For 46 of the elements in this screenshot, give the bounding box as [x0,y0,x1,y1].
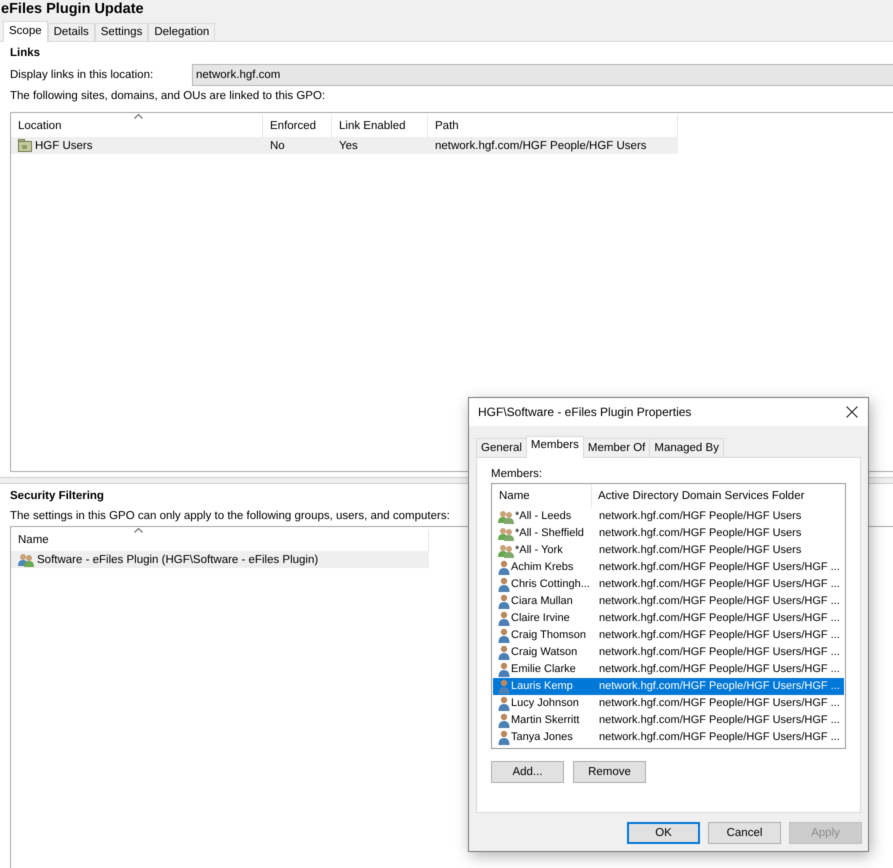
list-button[interactable]: Remove [573,761,646,783]
table-cell: Software - eFiles Plugin (HGF\Software - eFiles Plugin) [37,554,318,566]
location-field[interactable]: network.hgf.com [192,64,893,86]
member-row[interactable]: Martin Skerritt network.hgf.com/HGF People/HGF Users/HGF ... [493,712,844,729]
member-row[interactable]: *All - Leeds network.hgf.com/HGF People/HGF Users [493,508,844,525]
window-title: eFiles Plugin Update [0,1,145,19]
tab[interactable]: Scope [3,21,48,42]
member-row[interactable]: Lucy Johnson network.hgf.com/HGF People/HGF Users/HGF ... [493,695,844,712]
sort-icon [134,114,143,119]
table-cell: Yes [339,140,358,152]
tab[interactable]: Details [48,23,95,41]
close-icon[interactable] [846,406,858,418]
list-label: Members: [491,468,544,482]
list-button[interactable]: Add... [491,761,564,783]
member-row[interactable]: *All - Sheffield network.hgf.com/HGF People/HGF Users [493,525,844,542]
tab[interactable]: Managed By [649,438,724,457]
column-header[interactable]: Active Directory Domain Services Folder [592,484,804,508]
section-heading: Links [10,47,40,61]
dialog-button[interactable]: OK [627,822,700,844]
list-caption: The settings in this GPO can only apply to the following groups, users, and computers: [10,510,450,524]
member-row[interactable]: Tanya Jones network.hgf.com/HGF People/HGF Users/HGF ... [493,729,844,746]
member-row[interactable]: Craig Thomson network.hgf.com/HGF People/HGF Users/HGF ... [493,627,844,644]
section-heading: Security Filtering [10,490,104,504]
list-caption: The following sites, domains, and OUs are linked to this GPO: [10,90,326,104]
member-row[interactable]: Achim Krebs network.hgf.com/HGF People/HGF Users/HGF ... [493,559,844,576]
member-row[interactable]: Chris Cottingh... network.hgf.com/HGF People/HGF Users/HGF ... [493,576,844,593]
member-row[interactable]: Claire Irvine network.hgf.com/HGF People/HGF Users/HGF ... [493,610,844,627]
member-row[interactable]: *All - York network.hgf.com/HGF People/HGF Users [493,542,844,559]
group-icon [18,552,34,566]
tab[interactable]: Delegation [148,23,216,41]
table-cell: network.hgf.com/HGF People/HGF Users [435,140,647,152]
column-header[interactable]: Name [492,484,592,508]
tab[interactable]: Settings [94,23,148,41]
member-row[interactable]: Emilie Clarke network.hgf.com/HGF People/HGF Users/HGF ... [493,661,844,678]
tab[interactable]: General [476,438,527,457]
organizational-unit-icon [18,139,32,152]
member-row[interactable]: Ciara Mullan network.hgf.com/HGF People/HGF Users/HGF ... [493,593,844,610]
member-row[interactable]: Craig Watson network.hgf.com/HGF People/HGF Users/HGF ... [493,644,844,661]
sort-icon [134,528,143,533]
tab[interactable]: Members [526,436,584,458]
dialog-title: HGF\Software - eFiles Plugin Properties [478,405,692,419]
field-label: Display links in this location: [9,69,154,81]
dialog-button[interactable]: Cancel [708,822,781,844]
table-cell: HGF Users [35,140,92,152]
table-cell: No [270,140,285,152]
member-row[interactable]: Lauris Kemp network.hgf.com/HGF People/HGF Users/HGF ... [493,678,844,695]
